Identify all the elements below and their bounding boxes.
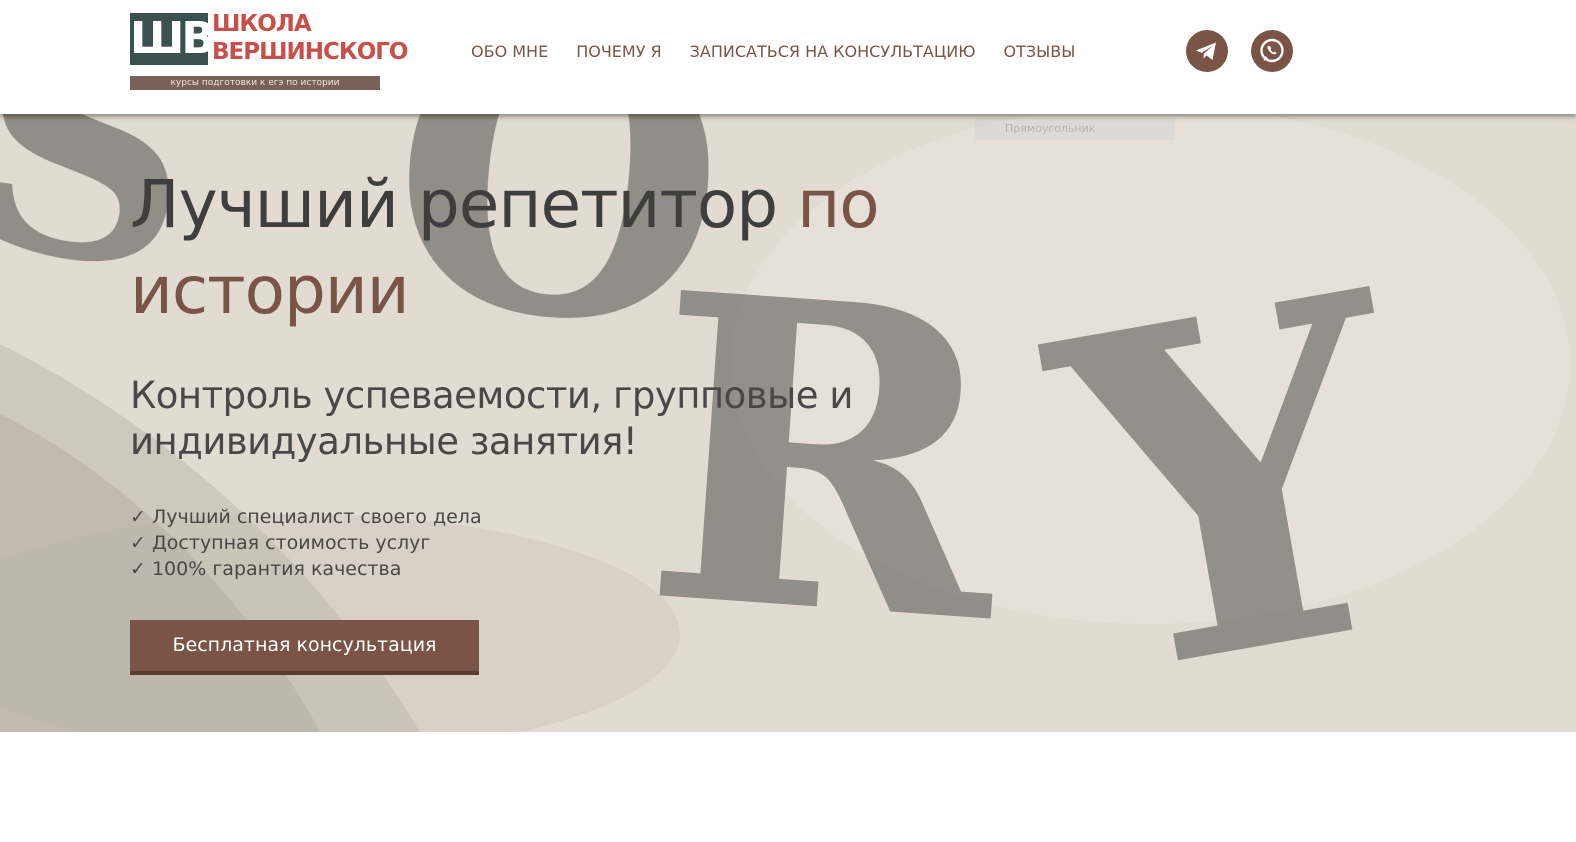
nav-item-reviews[interactable]: ОТЗЫВЫ — [1003, 41, 1075, 63]
logo-name-line1: школа — [212, 11, 312, 37]
whatsapp-icon — [1260, 38, 1284, 63]
benefit-item: ✓ 100% гарантия качества — [130, 558, 402, 580]
hero-title: Лучший репетитор по истории — [130, 162, 1030, 334]
logo-mark: ШВ — [130, 13, 215, 65]
hero-section: S O R Y Прямоугольник Лучший репетитор п… — [0, 114, 1576, 732]
nav-item-consultation[interactable]: ЗАПИСАТЬСЯ НА КОНСУЛЬТАЦИЮ — [690, 41, 976, 63]
telegram-button[interactable] — [1186, 30, 1228, 72]
nav-item-why-me[interactable]: ПОЧЕМУ Я — [576, 41, 661, 63]
nav-item-about[interactable]: ОБО МНЕ — [471, 41, 548, 63]
benefit-item: ✓ Доступная стоимость услуг — [130, 532, 431, 554]
site-header: ШВ школа вершинского курсы подготовки к … — [0, 0, 1576, 114]
telegram-icon — [1196, 42, 1216, 60]
benefit-item: ✓ Лучший специалист своего дела — [130, 506, 482, 528]
editor-ghost-label: Прямоугольник — [975, 118, 1175, 140]
benefits-list: ✓ Лучший специалист своего дела ✓ Доступ… — [130, 504, 482, 582]
hero-subtitle: Контроль успеваемости, групповые и индив… — [130, 374, 853, 463]
logo-name: школа вершинского — [212, 10, 408, 66]
free-consultation-button[interactable]: Бесплатная консультация — [130, 620, 479, 675]
main-nav: ОБО МНЕ ПОЧЕМУ Я ЗАПИСАТЬСЯ НА КОНСУЛЬТА… — [471, 41, 1075, 63]
whatsapp-button[interactable] — [1251, 30, 1293, 72]
logo-name-line2: вершинского — [212, 39, 408, 65]
hero-title-main: Лучший репетитор — [130, 166, 798, 243]
logo[interactable]: ШВ школа вершинского курсы подготовки к … — [130, 10, 408, 90]
logo-tagline: курсы подготовки к егэ по истории — [130, 76, 380, 90]
